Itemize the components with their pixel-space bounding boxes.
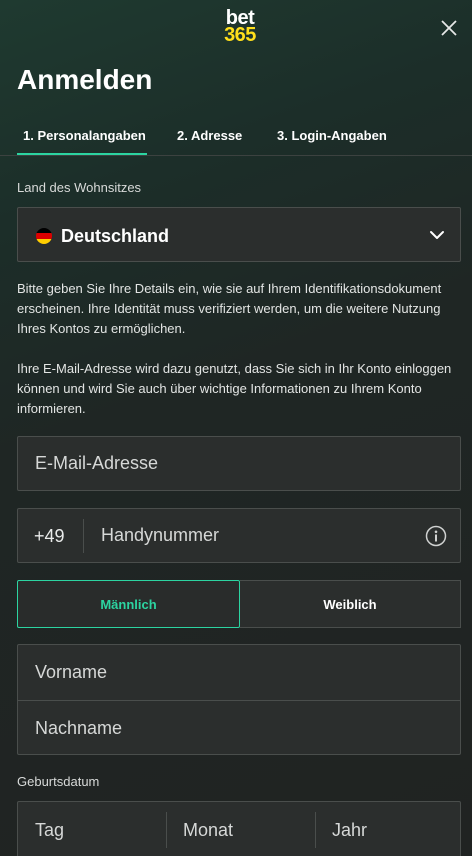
dob-month-field[interactable] <box>166 802 315 856</box>
dob-month-wrapper <box>166 802 315 856</box>
tab-login-details[interactable]: 3. Login-Angaben <box>277 128 387 143</box>
dob-day-field[interactable] <box>18 802 166 856</box>
close-icon[interactable] <box>436 15 462 41</box>
chevron-down-icon <box>429 227 445 243</box>
email-field-wrapper <box>17 436 461 491</box>
germany-flag-icon <box>36 228 52 244</box>
email-info-text: Ihre E-Mail-Adresse wird dazu genutzt, d… <box>17 361 452 416</box>
active-tab-indicator <box>17 153 147 155</box>
step-tabs: 1. Personalangaben 2. Adresse 3. Login-A… <box>0 118 472 156</box>
identity-info-text: Bitte geben Sie Ihre Details ein, wie si… <box>17 281 442 336</box>
tab-personal-details[interactable]: 1. Personalangaben <box>23 128 146 143</box>
dob-fields <box>17 801 461 856</box>
dob-day-wrapper <box>18 802 166 856</box>
page-title: Anmelden <box>17 64 153 95</box>
gender-toggle: Männlich Weiblich <box>17 580 461 628</box>
dob-label: Geburtsdatum <box>17 774 100 789</box>
country-value: Deutschland <box>61 226 170 246</box>
name-fields <box>17 644 461 755</box>
dob-year-field[interactable] <box>315 802 460 856</box>
top-bar: bet 365 <box>0 0 472 56</box>
tab-address[interactable]: 2. Adresse <box>177 128 242 143</box>
gender-male-button[interactable]: Männlich <box>17 580 240 628</box>
phone-country-code[interactable]: +49 <box>34 526 65 547</box>
dob-year-wrapper <box>315 802 460 856</box>
logo-text-365: 365 <box>224 24 256 46</box>
residence-label: Land des Wohnsitzes <box>17 180 142 195</box>
last-name-field[interactable] <box>18 701 460 755</box>
phone-field[interactable] <box>84 509 404 562</box>
first-name-field[interactable] <box>18 645 460 699</box>
bet365-logo: bet 365 <box>219 8 261 46</box>
email-field[interactable] <box>18 437 460 490</box>
phone-field-wrapper: +49 <box>17 508 461 563</box>
country-select[interactable]: Deutschland <box>17 207 461 262</box>
info-icon[interactable] <box>425 525 447 547</box>
gender-female-button[interactable]: Weiblich <box>240 580 461 628</box>
